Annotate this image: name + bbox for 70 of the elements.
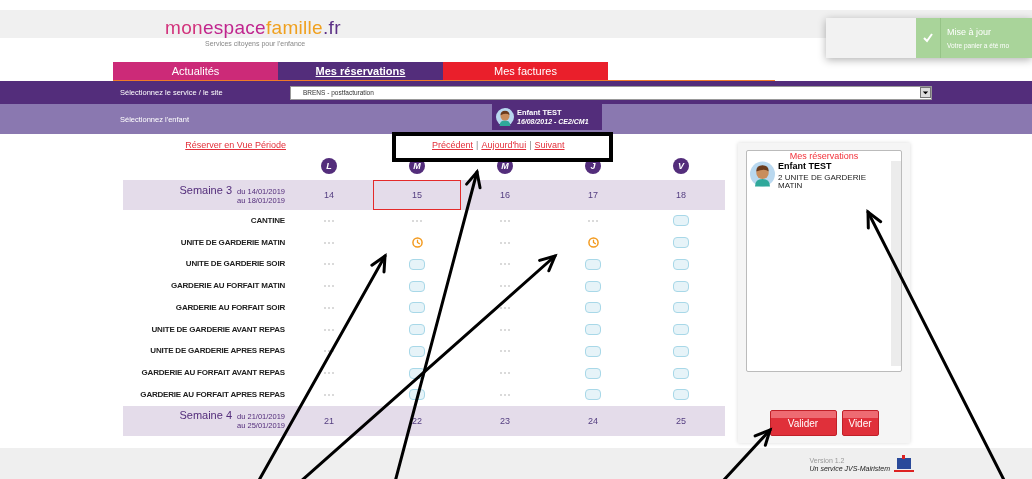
service-row-label: GARDERIE AU FORFAIT AVANT REPAS: [140, 367, 285, 380]
day-number[interactable]: 17: [549, 180, 637, 210]
week-title: Semaine 3: [179, 185, 233, 195]
company-logo: [894, 455, 914, 473]
dots-icon: [500, 306, 510, 309]
avatar-icon: [750, 161, 775, 187]
weekday-badge: V: [673, 158, 689, 174]
day-number[interactable]: 25: [637, 405, 725, 436]
period-nav-link[interactable]: Aujourd'hui: [481, 140, 527, 150]
day-number[interactable]: 24: [549, 405, 637, 436]
service-row-label: UNITE DE GARDERIE MATIN: [179, 236, 285, 249]
service-row-label: CANTINE: [249, 214, 285, 227]
check-icon: [923, 33, 933, 43]
dots-icon: [324, 241, 334, 244]
service-row-label: GARDERIE AU FORFAIT SOIR: [174, 301, 285, 314]
validate-button[interactable]: Valider: [769, 410, 837, 436]
clock-icon[interactable]: [411, 237, 423, 249]
period-view-link[interactable]: Réserver en Vue Période: [185, 140, 286, 150]
dots-icon: [500, 285, 510, 288]
annotation-arrow: [720, 427, 773, 479]
day-number[interactable]: 22: [373, 405, 461, 436]
service-row-label: GARDERIE AU FORFAIT MATIN: [169, 280, 285, 293]
caret-icon: [920, 87, 931, 98]
nav-tab[interactable]: Mes factures: [443, 62, 608, 80]
service-row-label: GARDERIE AU FORFAIT APRES REPAS: [139, 388, 285, 401]
week-title: Semaine 4: [179, 411, 233, 421]
link-separator: |: [529, 140, 532, 150]
cart-title: Mes réservations: [788, 151, 860, 161]
day-number[interactable]: 18: [637, 180, 725, 210]
period-nav-link[interactable]: Précédent: [432, 140, 474, 150]
link-separator: |: [476, 140, 479, 150]
site-logo[interactable]: monespacefamille.fr: [165, 18, 341, 38]
dots-icon: [500, 241, 510, 244]
avatar-icon: [496, 108, 514, 126]
scrollbar[interactable]: [891, 161, 901, 366]
booking-slot[interactable]: [409, 367, 425, 379]
day-number[interactable]: 23: [461, 405, 549, 436]
day-number[interactable]: 16: [461, 180, 549, 210]
day-number[interactable]: 15: [373, 180, 461, 210]
period-nav-link[interactable]: Suivant: [534, 140, 565, 150]
dots-icon: [324, 285, 334, 288]
toast-title: Mise à jour: [947, 27, 992, 37]
service-row-label: UNITE DE GARDERIE SOIR: [184, 258, 285, 271]
day-number[interactable]: 14: [285, 180, 373, 210]
clear-button[interactable]: Vider: [841, 410, 879, 436]
service-row-label: UNITE DE GARDERIE AVANT REPAS: [150, 323, 285, 336]
dots-icon: [500, 219, 510, 222]
dots-icon: [324, 328, 334, 331]
nav-tab[interactable]: Actualités: [113, 62, 278, 80]
dots-icon: [324, 393, 334, 396]
nav-tab[interactable]: Mes réservations: [278, 62, 443, 80]
dots-icon: [324, 263, 334, 266]
dots-icon: [324, 350, 334, 353]
dots-icon: [500, 328, 510, 331]
dots-icon: [324, 372, 334, 375]
service-row-label: UNITE DE GARDERIE APRES REPAS: [149, 345, 285, 358]
dots-icon: [588, 219, 598, 222]
clock-icon[interactable]: [587, 237, 599, 249]
dots-icon: [324, 306, 334, 309]
dots-icon: [412, 219, 422, 222]
weekday-badge: L: [321, 158, 337, 174]
day-number[interactable]: 21: [285, 405, 373, 436]
dots-icon: [500, 350, 510, 353]
dots-icon: [500, 393, 510, 396]
dots-icon: [500, 372, 510, 375]
cart-child-name: Enfant TEST: [778, 161, 833, 171]
cart-item: 2 UNITE DE GARDERIE MATIN: [778, 174, 867, 190]
dots-icon: [500, 263, 510, 266]
booking-slot[interactable]: [409, 389, 425, 401]
dots-icon: [324, 219, 334, 222]
